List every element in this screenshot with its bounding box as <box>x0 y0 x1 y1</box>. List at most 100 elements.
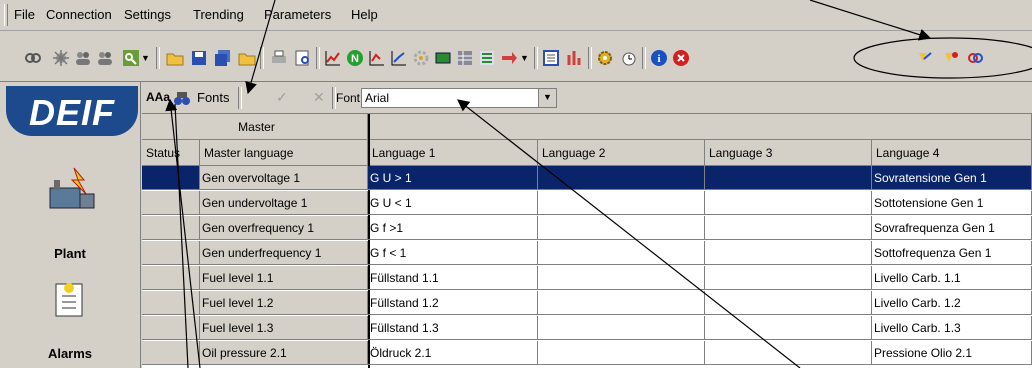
gear-icon[interactable] <box>596 49 614 67</box>
language-3-cell[interactable] <box>705 191 872 215</box>
translate-icon[interactable] <box>916 49 934 67</box>
chart-up-icon[interactable] <box>390 49 408 67</box>
font-select[interactable]: Arial ▼ <box>361 88 557 108</box>
language-1-cell[interactable]: G f < 1 <box>368 241 538 265</box>
folder-icon[interactable] <box>238 49 256 67</box>
language-3-cell[interactable] <box>705 216 872 240</box>
master-language-cell[interactable]: Fuel level 1.3 <box>200 316 368 340</box>
status-cell[interactable] <box>142 291 200 315</box>
language-3-cell[interactable] <box>705 166 872 190</box>
col-header-master-language[interactable]: Master language <box>200 140 368 166</box>
language-1-cell[interactable]: Öldruck 2.1 <box>368 341 538 365</box>
col-header-language-4[interactable]: Language 4 <box>872 140 1032 166</box>
status-cell[interactable] <box>142 191 200 215</box>
language-1-cell[interactable]: Füllstand 1.1 <box>368 266 538 290</box>
status-cell[interactable] <box>142 266 200 290</box>
menu-settings[interactable]: Settings <box>124 7 171 22</box>
language-2-cell[interactable] <box>538 316 705 340</box>
master-language-cell[interactable]: Gen overvoltage 1 <box>200 166 368 190</box>
language-1-cell[interactable]: G U < 1 <box>368 191 538 215</box>
graph-icon[interactable] <box>324 49 342 67</box>
close-icon[interactable] <box>672 49 690 67</box>
fonts-button[interactable]: Fonts <box>197 90 230 105</box>
info-icon[interactable]: i <box>650 49 668 67</box>
font-style-icon[interactable]: AAa <box>146 90 170 104</box>
language-1-cell[interactable]: G f >1 <box>368 216 538 240</box>
language-4-cell[interactable]: Pressione Olio 2.1 <box>872 341 1032 365</box>
print-preview-icon[interactable] <box>294 49 312 67</box>
language-4-cell[interactable]: Sottofrequenza Gen 1 <box>872 241 1032 265</box>
plant-icon[interactable] <box>44 162 98 216</box>
translate-star-icon[interactable] <box>942 49 960 67</box>
users-icon[interactable] <box>74 49 92 67</box>
link-icon[interactable] <box>24 49 42 67</box>
chart-icon[interactable] <box>368 49 386 67</box>
save-all-icon[interactable] <box>214 49 232 67</box>
master-language-cell[interactable]: Fuel level 1.2 <box>200 291 368 315</box>
menu-file[interactable]: File <box>14 7 35 22</box>
green-n-icon[interactable]: N <box>346 49 364 67</box>
tools-icon[interactable] <box>412 49 430 67</box>
save-icon[interactable] <box>190 49 208 67</box>
checkmark-icon[interactable]: ✓ <box>276 89 288 106</box>
master-language-cell[interactable]: Gen underfrequency 1 <box>200 241 368 265</box>
status-cell[interactable] <box>142 241 200 265</box>
status-cell[interactable] <box>142 316 200 340</box>
language-2-cell[interactable] <box>538 291 705 315</box>
menu-help[interactable]: Help <box>351 7 378 22</box>
users-add-icon[interactable] <box>96 49 114 67</box>
alarms-icon[interactable] <box>54 280 84 318</box>
language-4-cell[interactable]: Livello Carb. 1.1 <box>872 266 1032 290</box>
col-header-status[interactable]: Status <box>142 140 200 166</box>
master-language-cell[interactable]: Gen overfrequency 1 <box>200 216 368 240</box>
status-cell[interactable] <box>142 341 200 365</box>
clock-icon[interactable] <box>620 49 638 67</box>
language-4-cell[interactable]: Sottotensione Gen 1 <box>872 191 1032 215</box>
open-folder-icon[interactable] <box>166 49 184 67</box>
nav-label-alarms[interactable]: Alarms <box>0 346 140 361</box>
chevron-down-icon[interactable]: ▼ <box>141 53 150 63</box>
key-icon[interactable] <box>122 49 140 67</box>
master-language-cell[interactable]: Oil pressure 2.1 <box>200 341 368 365</box>
col-header-language-2[interactable]: Language 2 <box>538 140 705 166</box>
language-4-cell[interactable]: Livello Carb. 1.3 <box>872 316 1032 340</box>
language-4-cell[interactable]: Sovrafrequenza Gen 1 <box>872 216 1032 240</box>
window-icon[interactable] <box>542 49 560 67</box>
language-2-cell[interactable] <box>538 241 705 265</box>
export-icon[interactable] <box>500 49 518 67</box>
language-3-cell[interactable] <box>705 291 872 315</box>
cancel-icon[interactable]: ✕ <box>313 89 325 106</box>
language-2-cell[interactable] <box>538 341 705 365</box>
master-language-cell[interactable]: Fuel level 1.1 <box>200 266 368 290</box>
language-1-cell[interactable]: Füllstand 1.3 <box>368 316 538 340</box>
language-3-cell[interactable] <box>705 341 872 365</box>
language-4-cell[interactable]: Sovratensione Gen 1 <box>872 166 1032 190</box>
col-header-language-1[interactable]: Language 1 <box>368 140 538 166</box>
language-1-cell[interactable]: G U > 1 <box>368 166 538 190</box>
status-cell[interactable] <box>142 216 200 240</box>
dropdown-arrow-icon[interactable]: ▼ <box>538 89 556 107</box>
language-2-cell[interactable] <box>538 266 705 290</box>
menu-parameters[interactable]: Parameters <box>264 7 331 22</box>
list-icon[interactable] <box>478 49 496 67</box>
menu-connection[interactable]: Connection <box>46 7 112 22</box>
battery-icon[interactable] <box>434 49 452 67</box>
chevron-down-icon[interactable]: ▼ <box>520 53 529 63</box>
nav-label-plant[interactable]: Plant <box>0 246 140 261</box>
language-3-cell[interactable] <box>705 266 872 290</box>
print-icon[interactable] <box>270 49 288 67</box>
translate-link-icon[interactable] <box>966 49 984 67</box>
table-icon[interactable] <box>456 49 474 67</box>
language-2-cell[interactable] <box>538 216 705 240</box>
language-3-cell[interactable] <box>705 241 872 265</box>
virus-icon[interactable] <box>52 49 70 67</box>
sort-icon[interactable] <box>566 49 584 67</box>
menu-trending[interactable]: Trending <box>193 7 244 22</box>
language-1-cell[interactable]: Füllstand 1.2 <box>368 291 538 315</box>
binoculars-icon[interactable] <box>173 89 191 107</box>
language-4-cell[interactable]: Livello Carb. 1.2 <box>872 291 1032 315</box>
master-language-cell[interactable]: Gen undervoltage 1 <box>200 191 368 215</box>
col-header-language-3[interactable]: Language 3 <box>705 140 872 166</box>
language-2-cell[interactable] <box>538 191 705 215</box>
status-cell[interactable] <box>142 166 200 190</box>
